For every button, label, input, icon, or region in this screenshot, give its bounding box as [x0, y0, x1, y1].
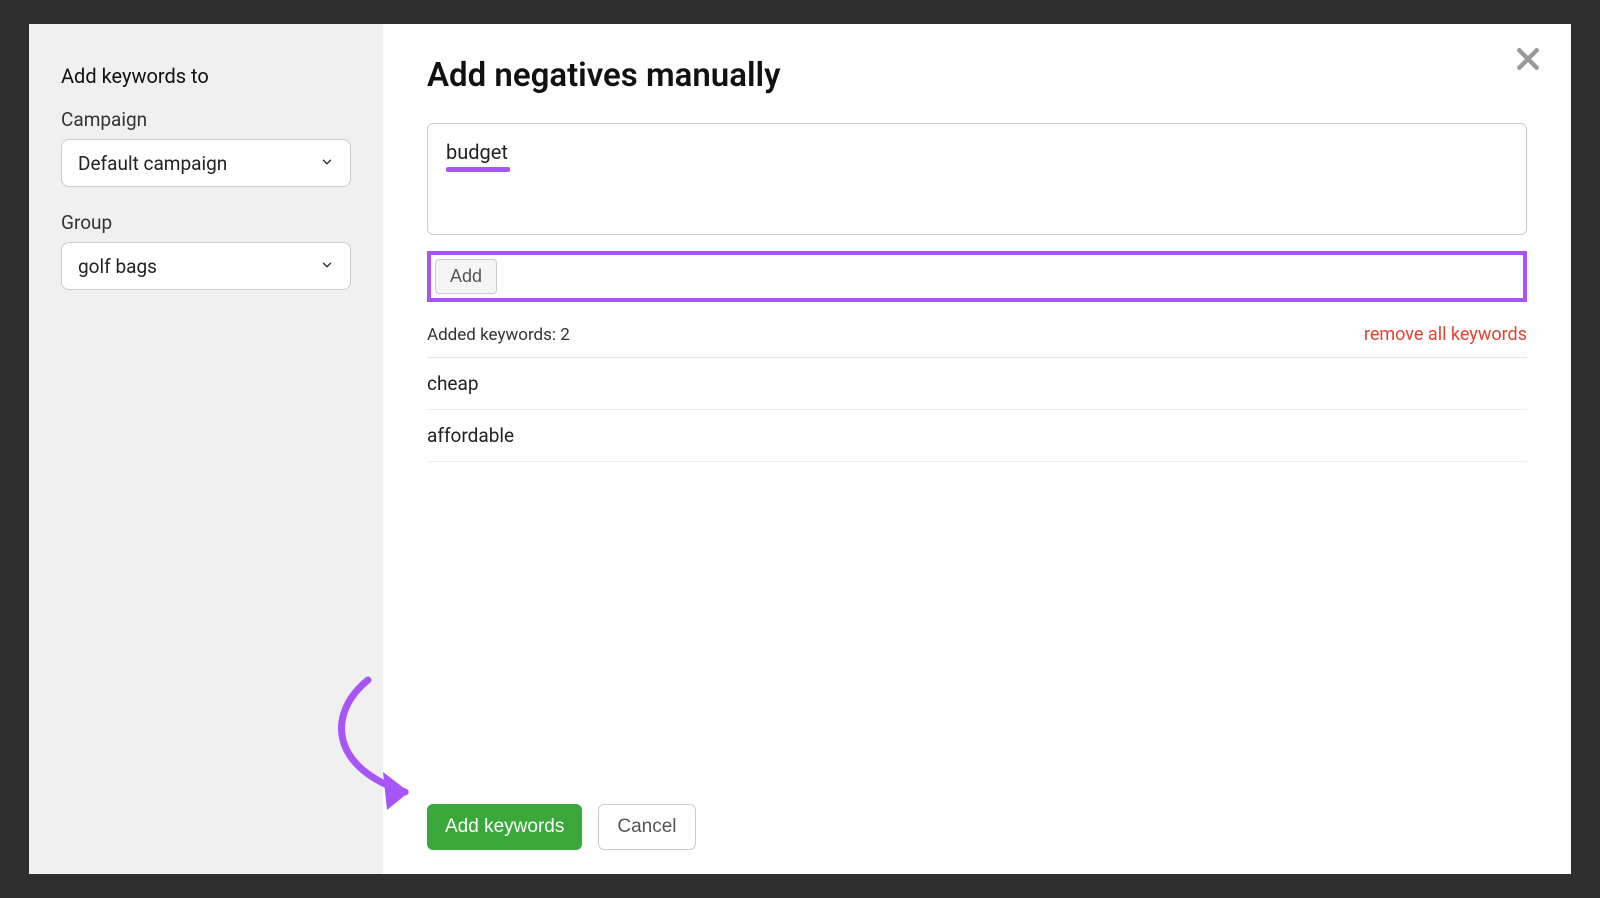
keywords-list: cheap affordable [427, 358, 1527, 462]
add-button[interactable]: Add [435, 259, 497, 294]
modal-footer: Add keywords Cancel [427, 784, 1527, 850]
chevron-down-icon [320, 154, 334, 173]
annotation-add-highlight: Add [427, 251, 1527, 302]
keywords-textarea[interactable]: budget [427, 123, 1527, 235]
main-panel: Add negatives manually budget Add Added … [383, 24, 1571, 874]
campaign-select-value: Default campaign [78, 152, 320, 175]
added-count-label: Added keywords: 2 [427, 325, 570, 345]
group-select[interactable]: golf bags [61, 242, 351, 290]
campaign-label: Campaign [61, 108, 351, 131]
group-label: Group [61, 211, 351, 234]
textarea-value: budget [446, 140, 508, 164]
campaign-select[interactable]: Default campaign [61, 139, 351, 187]
add-negatives-modal: Add keywords to Campaign Default campaig… [29, 24, 1571, 874]
remove-all-link[interactable]: remove all keywords [1364, 324, 1527, 345]
campaign-field: Campaign Default campaign [61, 108, 351, 187]
add-keywords-button[interactable]: Add keywords [427, 804, 582, 850]
chevron-down-icon [320, 257, 334, 276]
page-title: Add negatives manually [427, 56, 1527, 95]
sidebar: Add keywords to Campaign Default campaig… [29, 24, 383, 874]
keyword-row: cheap [427, 358, 1527, 410]
group-field: Group golf bags [61, 211, 351, 290]
keyword-row: affordable [427, 410, 1527, 462]
sidebar-title: Add keywords to [61, 64, 351, 88]
group-select-value: golf bags [78, 255, 320, 278]
annotation-underline [446, 167, 510, 172]
cancel-button[interactable]: Cancel [598, 804, 695, 850]
keywords-summary-row: Added keywords: 2 remove all keywords [427, 324, 1527, 358]
